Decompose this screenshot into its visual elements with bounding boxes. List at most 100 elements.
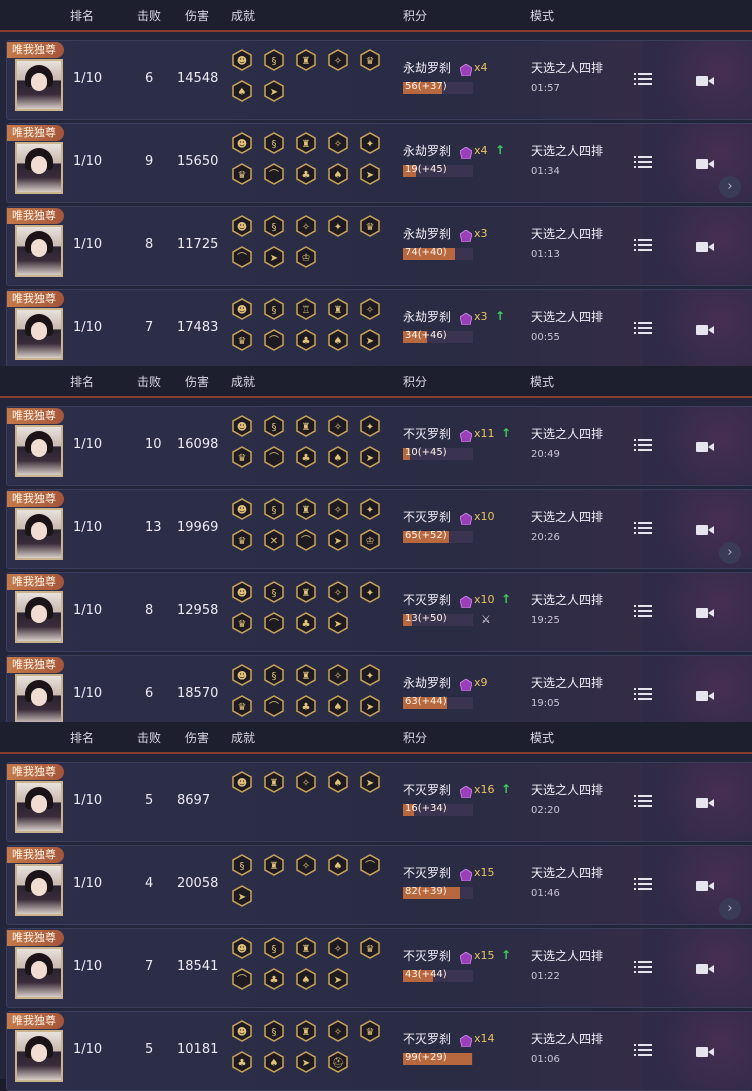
- replay-video-icon[interactable]: [696, 877, 714, 891]
- banner-icon[interactable]: ♜: [295, 937, 317, 959]
- shield-icon[interactable]: ♛: [231, 695, 253, 717]
- sword-icon[interactable]: ✦: [359, 415, 381, 437]
- match-row[interactable]: 唯我独尊 1/10 5 8697 ☻ ♜ ✧ ♠ ➤ 不灭罗刹 x16 ↑ 16(+34) 天选之人四排 0…: [6, 762, 752, 842]
- banner-icon[interactable]: ♜: [295, 581, 317, 603]
- replay-video-icon[interactable]: [696, 321, 714, 335]
- serpent-icon[interactable]: §: [263, 49, 285, 71]
- replay-video-icon[interactable]: [696, 238, 714, 252]
- mask-icon[interactable]: ☻: [231, 498, 253, 520]
- chevron-right-icon[interactable]: ›: [719, 542, 741, 564]
- sword-icon[interactable]: ✦: [359, 132, 381, 154]
- clover-icon[interactable]: ♣: [295, 163, 317, 185]
- claw-icon[interactable]: ✧: [359, 298, 381, 320]
- clover-icon[interactable]: ♣: [295, 329, 317, 351]
- avatar[interactable]: [15, 425, 63, 477]
- details-list-icon[interactable]: [634, 237, 652, 251]
- mask-icon[interactable]: ☻: [231, 415, 253, 437]
- avatar[interactable]: [15, 591, 63, 643]
- sword-icon[interactable]: ✦: [327, 215, 349, 237]
- match-row[interactable]: 唯我独尊 1/10 7 17483 ☻ § ♖ ♜ ✧ ♛ ⌒ ♣ ♠ ➤ 永劫罗刹 x3 ↑ 34(+46) 天选…: [6, 289, 752, 369]
- pouch-icon[interactable]: ♠: [231, 80, 253, 102]
- sword-icon[interactable]: ✦: [359, 581, 381, 603]
- replay-video-icon[interactable]: [696, 604, 714, 618]
- banner-icon[interactable]: ♜: [295, 415, 317, 437]
- details-list-icon[interactable]: [634, 959, 652, 973]
- replay-video-icon[interactable]: [696, 1043, 714, 1057]
- flag-icon[interactable]: ➤: [359, 446, 381, 468]
- details-list-icon[interactable]: [634, 71, 652, 85]
- avatar[interactable]: [15, 781, 63, 833]
- bow-icon[interactable]: ⌒: [231, 968, 253, 990]
- flag-icon[interactable]: ➤: [359, 163, 381, 185]
- match-row[interactable]: 唯我独尊 1/10 10 16098 ☻ § ♜ ✧ ✦ ♛ ⌒ ♣ ♠ ➤ 不灭罗刹 x11 ↑ 10(+45)…: [6, 406, 752, 486]
- claw-icon[interactable]: ✧: [295, 215, 317, 237]
- shield-icon[interactable]: ♛: [359, 49, 381, 71]
- details-list-icon[interactable]: [634, 876, 652, 890]
- shield-icon[interactable]: ♛: [231, 163, 253, 185]
- shield-icon[interactable]: ♛: [359, 215, 381, 237]
- tower-icon[interactable]: ♖: [295, 298, 317, 320]
- match-row[interactable]: 唯我独尊 1/10 6 14548 ☻ § ♜ ✧ ♛ ♠ ➤ 永劫罗刹 x4 56(+37) 天选之人四排…: [6, 40, 752, 120]
- details-list-icon[interactable]: [634, 686, 652, 700]
- replay-video-icon[interactable]: [696, 155, 714, 169]
- details-list-icon[interactable]: [634, 154, 652, 168]
- bow-icon[interactable]: ⌒: [263, 446, 285, 468]
- flag-icon[interactable]: ➤: [359, 329, 381, 351]
- serpent-icon[interactable]: §: [263, 664, 285, 686]
- claw-icon[interactable]: ✧: [327, 415, 349, 437]
- clover-icon[interactable]: ♣: [295, 695, 317, 717]
- avatar[interactable]: [15, 59, 63, 111]
- match-row[interactable]: 唯我独尊 1/10 5 10181 ☻ § ♜ ✧ ♛ ♣ ♠ ➤ ⛑ 不灭罗刹 x14 99(+29) 天选之…: [6, 1011, 752, 1091]
- mask-icon[interactable]: ☻: [231, 215, 253, 237]
- serpent-icon[interactable]: §: [231, 854, 253, 876]
- clover-icon[interactable]: ♣: [295, 446, 317, 468]
- avatar[interactable]: [15, 1030, 63, 1082]
- replay-video-icon[interactable]: [696, 687, 714, 701]
- mask-icon[interactable]: ☻: [231, 1020, 253, 1042]
- details-list-icon[interactable]: [634, 603, 652, 617]
- shield-icon[interactable]: ♛: [359, 1020, 381, 1042]
- avatar[interactable]: [15, 308, 63, 360]
- pouch-icon[interactable]: ♠: [327, 771, 349, 793]
- banner-icon[interactable]: ♜: [263, 771, 285, 793]
- clover-icon[interactable]: ♣: [231, 1051, 253, 1073]
- cross-icon[interactable]: ✕: [263, 529, 285, 551]
- flag-icon[interactable]: ➤: [359, 695, 381, 717]
- bow-icon[interactable]: ⌒: [263, 612, 285, 634]
- mask-icon[interactable]: ☻: [231, 664, 253, 686]
- flag-icon[interactable]: ➤: [263, 80, 285, 102]
- serpent-icon[interactable]: §: [263, 415, 285, 437]
- serpent-icon[interactable]: §: [263, 298, 285, 320]
- pouch-icon[interactable]: ♠: [295, 968, 317, 990]
- avatar[interactable]: [15, 674, 63, 726]
- banner-icon[interactable]: ♜: [295, 1020, 317, 1042]
- mask-icon[interactable]: ☻: [231, 49, 253, 71]
- flag-icon[interactable]: ➤: [327, 529, 349, 551]
- mask-icon[interactable]: ☻: [231, 132, 253, 154]
- flag-icon[interactable]: ➤: [327, 968, 349, 990]
- clover-icon[interactable]: ♣: [295, 612, 317, 634]
- claw-icon[interactable]: ✧: [295, 854, 317, 876]
- details-list-icon[interactable]: [634, 520, 652, 534]
- shield-icon[interactable]: ♛: [359, 937, 381, 959]
- claw-icon[interactable]: ✧: [327, 581, 349, 603]
- replay-video-icon[interactable]: [696, 960, 714, 974]
- avatar[interactable]: [15, 142, 63, 194]
- mask-icon[interactable]: ☻: [231, 581, 253, 603]
- bow-icon[interactable]: ⌒: [263, 329, 285, 351]
- chevron-right-icon[interactable]: ›: [719, 176, 741, 198]
- shield-icon[interactable]: ♛: [231, 612, 253, 634]
- serpent-icon[interactable]: §: [263, 132, 285, 154]
- serpent-icon[interactable]: §: [263, 581, 285, 603]
- pouch-icon[interactable]: ♠: [327, 446, 349, 468]
- claw-icon[interactable]: ✧: [295, 771, 317, 793]
- banner-icon[interactable]: ♜: [327, 298, 349, 320]
- flag-icon[interactable]: ➤: [359, 771, 381, 793]
- pouch-icon[interactable]: ♠: [327, 695, 349, 717]
- bow-icon[interactable]: ⌒: [263, 695, 285, 717]
- details-list-icon[interactable]: [634, 320, 652, 334]
- bow-icon[interactable]: ⌒: [359, 854, 381, 876]
- mask-icon[interactable]: ☻: [231, 771, 253, 793]
- sword-icon[interactable]: ✦: [359, 664, 381, 686]
- serpent-icon[interactable]: §: [263, 215, 285, 237]
